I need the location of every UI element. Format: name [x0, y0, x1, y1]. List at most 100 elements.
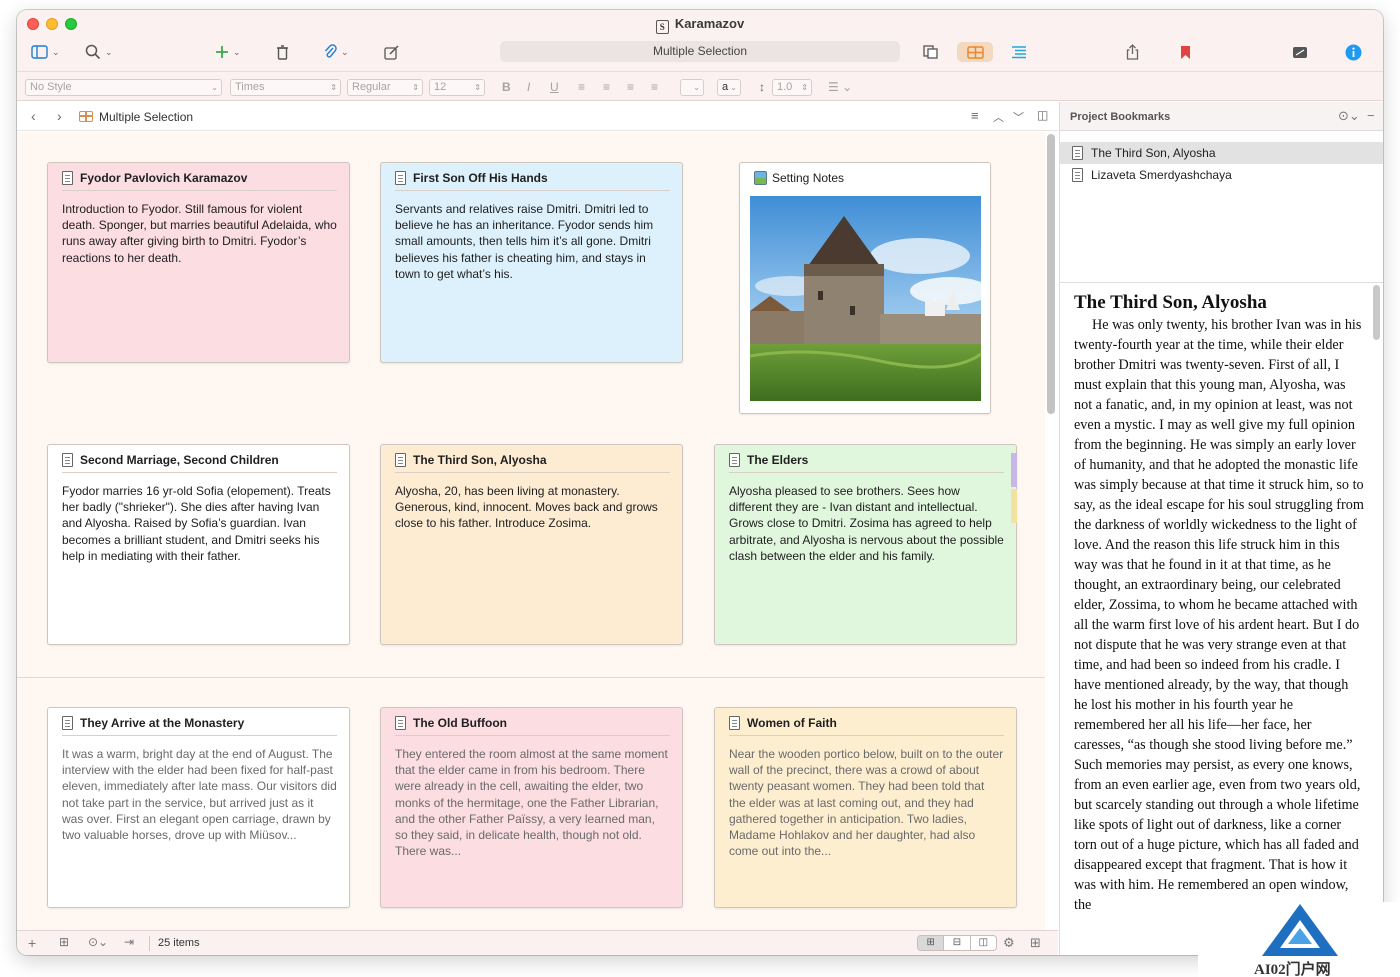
document-icon: [1072, 168, 1083, 182]
bookmark-icon: [1181, 45, 1190, 59]
section-divider: [17, 677, 1045, 678]
scrivenings-mode-button[interactable]: [923, 42, 939, 62]
trash-button[interactable]: [276, 42, 289, 62]
index-card[interactable]: They Arrive at the Monastery It was a wa…: [47, 707, 350, 908]
chevron-up-icon[interactable]: ︿: [993, 109, 1004, 125]
columns-layout-icon[interactable]: ◫: [971, 936, 996, 950]
card-synopsis: Introduction to Fyodor. Still famous for…: [62, 202, 337, 265]
monastery-photo: [750, 196, 981, 401]
index-card[interactable]: The Third Son, Alyosha Alyosha, 20, has …: [380, 444, 683, 645]
more-options-icon[interactable]: ⊙⌄: [1338, 108, 1360, 124]
preview-scrollbar[interactable]: [1373, 285, 1380, 340]
align-justify-icon[interactable]: ≡: [651, 79, 658, 95]
corkboard-mode-button[interactable]: [957, 42, 993, 62]
inspector-button[interactable]: [1345, 42, 1362, 62]
card-title: Setting Notes: [754, 171, 844, 185]
document-icon: [729, 453, 740, 467]
add-icon: [216, 46, 228, 58]
card-layout-segmented-control[interactable]: ⊞ ⊟ ◫: [917, 935, 997, 951]
compose-icon: [384, 44, 399, 60]
preview-heading: The Third Son, Alyosha: [1074, 292, 1267, 313]
font-weight-select[interactable]: Regular ⇕: [347, 79, 423, 96]
scrivener-app-icon: S: [655, 20, 669, 34]
card-title: The Third Son, Alyosha: [395, 453, 670, 473]
corkboard: Fyodor Pavlovich Karamazov Introduction …: [17, 132, 1045, 930]
bookmark-item[interactable]: The Third Son, Alyosha: [1060, 142, 1383, 164]
index-card[interactable]: Second Marriage, Second Children Fyodor …: [47, 444, 350, 645]
add-document-button[interactable]: ⌄: [215, 42, 241, 62]
format-bar: No Style ⌄ Times ⇕ Regular ⇕ 12 ⇕ B I U ≡ ≡ …: [17, 72, 1383, 101]
italic-button[interactable]: I: [527, 79, 530, 95]
sidebar-toggle-button[interactable]: ⌄: [31, 42, 60, 62]
document-icon: [62, 453, 73, 467]
text-color-select[interactable]: ⌄: [680, 79, 704, 96]
document-icon: [62, 171, 73, 185]
toolbar: S Karamazov ⌄ ⌄ ⌄ ⌄ Multiple Selection: [17, 10, 1383, 72]
style-select[interactable]: No Style ⌄: [25, 79, 222, 96]
breadcrumb: Multiple Selection: [99, 110, 194, 124]
align-center-icon[interactable]: ≡: [603, 79, 610, 95]
index-card-image[interactable]: Setting Notes: [739, 162, 991, 414]
underline-button[interactable]: U: [550, 79, 559, 95]
list-style-icon[interactable]: ☰ ⌄: [828, 79, 852, 95]
stepper-icon: ⇕: [330, 83, 337, 92]
scrivenings-mode-icon: [923, 45, 938, 59]
back-arrow-icon[interactable]: ‹: [31, 108, 36, 124]
settings-sliders-icon[interactable]: ⚙: [1003, 935, 1015, 951]
chevron-down-icon: ⌄: [233, 46, 241, 57]
add-folder-icon[interactable]: ⊞: [59, 935, 69, 949]
bookmark-button[interactable]: [1180, 42, 1191, 62]
stepper-icon: ⇕: [474, 83, 481, 92]
compose-button[interactable]: [384, 42, 400, 62]
corkboard-icon: [79, 111, 93, 122]
corkboard-scrollbar[interactable]: [1047, 134, 1055, 414]
paperclip-icon: [324, 44, 337, 58]
rows-layout-icon[interactable]: ⊟: [944, 936, 971, 950]
highlight-select[interactable]: a ⌄: [717, 79, 741, 96]
card-size-icon[interactable]: ⊞: [1030, 935, 1041, 951]
attach-button[interactable]: ⌄: [323, 42, 349, 62]
minus-icon[interactable]: −: [1367, 108, 1375, 123]
chevron-down-icon[interactable]: ﹀: [1013, 109, 1024, 125]
share-button[interactable]: [1126, 42, 1139, 62]
split-view-icon[interactable]: ◫: [1037, 108, 1048, 122]
menu-lines-icon[interactable]: ≡: [971, 108, 979, 123]
stepper-icon: ⇕: [801, 83, 808, 92]
index-card[interactable]: The Old Buffoon They entered the room al…: [380, 707, 683, 908]
info-icon: [1345, 44, 1362, 60]
stepper-icon: ⇕: [412, 83, 419, 92]
more-options-icon[interactable]: ⊙⌄: [88, 935, 108, 949]
bold-button[interactable]: B: [502, 79, 511, 95]
outline-mode-button[interactable]: [1011, 42, 1027, 62]
index-card[interactable]: First Son Off His Hands Servants and rel…: [380, 162, 683, 363]
search-button[interactable]: ⌄: [85, 42, 113, 62]
line-spacing-icon: ↕: [759, 80, 765, 94]
index-card[interactable]: Women of Faith Near the wooden portico b…: [714, 707, 1017, 908]
bookmark-item[interactable]: Lizaveta Smerdyashchaya: [1060, 164, 1383, 186]
align-left-icon[interactable]: ≡: [578, 79, 585, 95]
item-count: 25 items: [158, 937, 200, 949]
add-icon[interactable]: +: [28, 935, 36, 951]
document-icon: [729, 716, 740, 730]
inspector-split-divider[interactable]: [1060, 282, 1383, 283]
document-icon: [395, 171, 406, 185]
chevron-down-icon: ⌄: [341, 46, 349, 57]
forward-arrow-icon[interactable]: ›: [57, 108, 62, 124]
font-size-select[interactable]: 12 ⇕: [429, 79, 485, 96]
composition-mode-button[interactable]: [1292, 42, 1308, 62]
selection-title-field[interactable]: Multiple Selection: [500, 41, 900, 62]
index-card[interactable]: Fyodor Pavlovich Karamazov Introduction …: [47, 162, 350, 363]
grid-layout-icon[interactable]: ⊞: [918, 936, 945, 950]
font-family-select[interactable]: Times ⇕: [230, 79, 341, 96]
align-right-icon[interactable]: ≡: [627, 79, 634, 95]
move-out-icon[interactable]: ⇥: [124, 935, 134, 949]
line-spacing-select[interactable]: 1.0 ⇕: [772, 79, 812, 96]
outline-mode-icon: [1012, 46, 1026, 59]
inspector-title: Project Bookmarks: [1070, 111, 1171, 123]
chevron-down-icon: ⌄: [730, 83, 737, 92]
document-icon: [395, 716, 406, 730]
index-card[interactable]: The Elders Alyosha pleased to see brothe…: [714, 444, 1017, 645]
card-synopsis: Alyosha, 20, has been living at monaster…: [395, 484, 658, 531]
card-title: The Elders: [729, 453, 1004, 473]
card-synopsis: It was a warm, bright day at the end of …: [62, 747, 337, 843]
